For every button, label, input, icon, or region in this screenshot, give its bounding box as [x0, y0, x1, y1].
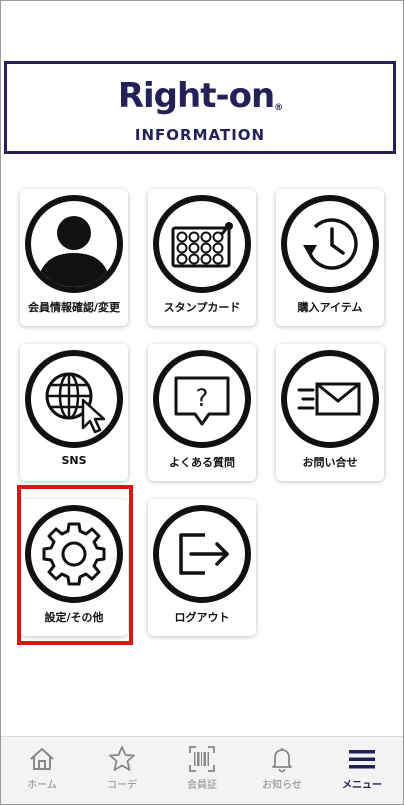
information-label: INFORMATION [134, 126, 266, 144]
hamburger-menu-icon [349, 750, 375, 769]
history-clock-icon [281, 195, 379, 293]
nav-label: お知らせ [262, 780, 302, 791]
tile-label: よくある質問 [169, 456, 235, 469]
app-screen: Right-on® INFORMATION 会員情報確認/変更 スタンプカード … [0, 0, 404, 805]
nav-item-notifications[interactable]: お知らせ [242, 737, 322, 804]
tile-label: 会員情報確認/変更 [27, 301, 121, 314]
mail-icon [281, 350, 379, 448]
svg-text:?: ? [196, 384, 209, 412]
information-banner[interactable]: Right-on® INFORMATION [4, 61, 396, 154]
tile-label: SNS [61, 454, 87, 467]
logout-icon [153, 505, 251, 603]
menu-tile-purchased-items[interactable]: 購入アイテム [276, 189, 384, 326]
nav-item-menu[interactable]: メニュー [322, 737, 402, 804]
menu-tile-settings[interactable]: 設定/その他 [20, 499, 128, 636]
tile-label: お問い合せ [302, 456, 358, 469]
nav-label: ホーム [27, 780, 57, 791]
tile-label: ログアウト [174, 611, 230, 624]
nav-item-member-card[interactable]: 会員証 [162, 737, 242, 804]
home-icon [30, 748, 54, 770]
globe-cursor-icon [25, 350, 123, 448]
tile-label: 設定/その他 [44, 611, 104, 624]
tile-label: 購入アイテム [297, 301, 363, 314]
nav-item-home[interactable]: ホーム [2, 737, 82, 804]
person-icon [25, 195, 123, 293]
gear-icon [25, 505, 123, 603]
nav-item-coordinate[interactable]: コーデ [82, 737, 162, 804]
question-bubble-icon: ? [153, 350, 251, 448]
star-icon [109, 746, 135, 771]
tile-label: スタンプカード [163, 301, 241, 314]
menu-tile-faq[interactable]: ? よくある質問 [148, 344, 256, 481]
bell-icon [272, 748, 292, 773]
stamp-card-icon [153, 195, 251, 293]
brand-logo: Right-on® [117, 76, 283, 116]
menu-tile-stamp-card[interactable]: スタンプカード [148, 189, 256, 326]
menu-tile-contact[interactable]: お問い合せ [276, 344, 384, 481]
nav-label: メニュー [342, 780, 382, 791]
menu-tile-sns[interactable]: SNS [20, 344, 128, 481]
menu-tile-member-info[interactable]: 会員情報確認/変更 [20, 189, 128, 326]
nav-label: コーデ [107, 780, 137, 791]
menu-tile-logout[interactable]: ログアウト [148, 499, 256, 636]
bottom-navigation: ホーム コーデ 会員証 お知らせ メニュー [1, 736, 403, 804]
nav-label: 会員証 [187, 780, 217, 791]
barcode-icon [189, 746, 215, 772]
